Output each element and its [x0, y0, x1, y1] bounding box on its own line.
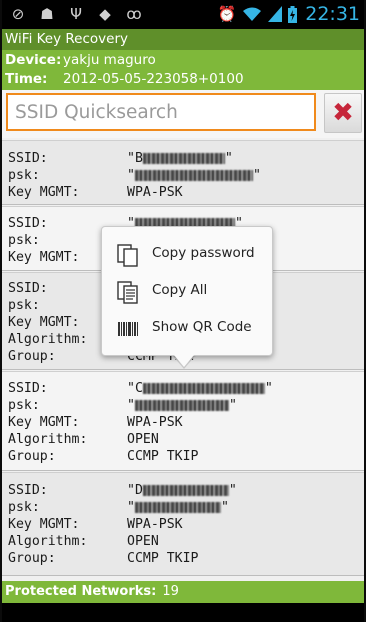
key-mgmt-value: WPA-PSK	[127, 415, 183, 430]
group-value: CCMP TKIP	[127, 449, 199, 464]
network-card[interactable]: SSID: "D " psk: " " Key MGMT: WPA-PSK Algorit…	[2, 472, 364, 576]
psk-label: psk:	[8, 500, 40, 515]
phone-screen: ⊘ ☗ Ψ ◆ ꝏ ⏰ 22:31 WiFi Key Recovery Devi…	[2, 0, 364, 622]
network-card[interactable]: SSID: "C " psk: " " Key MGMT: WPA-PSK Algorit…	[2, 371, 364, 471]
psk-label: psk:	[8, 168, 40, 183]
algorithm-label: Algorithm:	[8, 534, 88, 549]
key-mgmt-label: Key MGMT:	[8, 185, 80, 200]
device-label: Device:	[5, 52, 62, 68]
key-mgmt-label: Key MGMT:	[8, 517, 80, 532]
algorithm-value: OPEN	[127, 534, 159, 549]
app-icon: ◆	[99, 5, 111, 23]
ssid-value: "C	[127, 381, 143, 396]
ssid-label: SSID:	[8, 151, 48, 166]
android-debug-icon: ☗	[40, 5, 54, 23]
ssid-label: SSID:	[8, 483, 48, 498]
key-mgmt-value: WPA-PSK	[127, 185, 183, 200]
protected-networks-label: Protected Networks:	[5, 584, 157, 599]
signal-icon	[268, 6, 283, 22]
redacted-psk	[134, 169, 253, 181]
show-qr-code-label: Show QR Code	[152, 319, 252, 335]
ssid-search-input[interactable]	[6, 93, 316, 131]
device-value: yakju maguro	[63, 52, 156, 68]
copy-password-menu-item[interactable]: Copy password	[102, 236, 272, 272]
ssid-label: SSID:	[8, 381, 48, 396]
psk-value: "	[127, 500, 135, 515]
protected-networks-count: 19	[162, 584, 179, 599]
usb-icon: Ψ	[70, 5, 82, 23]
blocked-icon: ⊘	[11, 5, 25, 23]
time-label: Time:	[5, 71, 48, 87]
psk-label: psk:	[8, 398, 40, 413]
show-qr-code-menu-item[interactable]: Show QR Code	[102, 310, 272, 346]
network-card[interactable]: SSID: "B " psk: " " Key MGMT: WPA-PSK	[2, 140, 364, 205]
navigation-bar	[2, 603, 364, 622]
redacted-psk	[134, 501, 221, 513]
redacted-ssid	[142, 152, 225, 164]
key-mgmt-label: Key MGMT:	[8, 415, 80, 430]
redacted-ssid	[142, 382, 265, 394]
clear-search-button[interactable]: ✖	[324, 93, 362, 133]
psk-value: "	[127, 168, 135, 183]
ssid-value: "B	[127, 151, 143, 166]
group-label: Group:	[8, 449, 56, 464]
status-bar: ⊘ ☗ Ψ ◆ ꝏ ⏰ 22:31	[2, 0, 364, 29]
battery-icon	[288, 5, 298, 23]
clock-time: 22:31	[305, 3, 360, 25]
qr-code-icon	[118, 322, 138, 336]
search-row: ✖	[2, 90, 364, 138]
key-mgmt-value: WPA-PSK	[127, 517, 183, 532]
context-menu-popup: Copy password Copy All Show QR Code	[101, 226, 273, 356]
algorithm-label: Algorithm:	[8, 432, 88, 447]
copy-password-label: Copy password	[152, 245, 255, 261]
copy-all-icon	[117, 281, 138, 304]
popup-arrow	[174, 355, 194, 367]
time-value: 2012-05-05-223058+0100	[63, 71, 244, 87]
algorithm-value: OPEN	[127, 432, 159, 447]
copy-password-icon	[117, 244, 138, 267]
app-title: WiFi Key Recovery	[5, 31, 128, 47]
app-title-bar: WiFi Key Recovery	[2, 29, 364, 50]
device-info-panel: Device: yakju maguro Time: 2012-05-05-2230…	[2, 50, 364, 90]
voicemail-icon: ꝏ	[126, 5, 142, 23]
redacted-psk	[134, 399, 229, 411]
copy-all-label: Copy All	[152, 282, 208, 298]
alarm-icon: ⏰	[217, 5, 237, 23]
copy-all-menu-item[interactable]: Copy All	[102, 273, 272, 309]
ssid-value: "D	[127, 483, 143, 498]
psk-value: "	[127, 398, 135, 413]
redacted-ssid	[142, 484, 229, 496]
wifi-icon	[243, 7, 262, 21]
footer-bar: Protected Networks: 19	[2, 581, 364, 603]
group-value: CCMP TKIP	[127, 551, 199, 566]
group-label: Group:	[8, 551, 56, 566]
